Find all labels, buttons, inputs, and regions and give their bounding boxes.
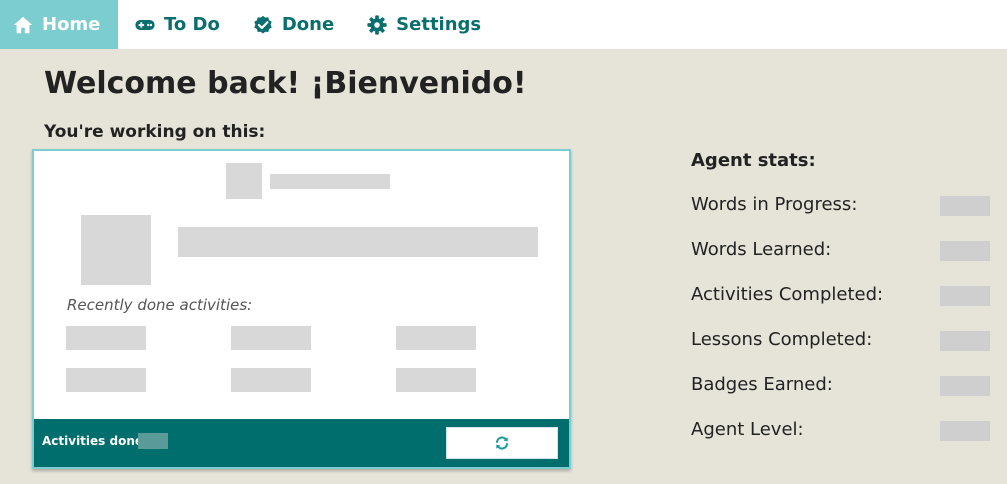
nav-settings[interactable]: Settings: [348, 0, 495, 49]
stat-value-placeholder: [940, 286, 990, 306]
stat-row: Lessons Completed:: [691, 329, 991, 353]
nav-todo[interactable]: To Do: [118, 0, 234, 49]
refresh-icon: [496, 436, 508, 450]
stat-value-placeholder: [940, 376, 990, 396]
activity-image-placeholder: [81, 215, 151, 285]
stat-row: Words in Progress:: [691, 194, 991, 218]
gamepad-icon: [135, 19, 155, 30]
stat-badges-earned-label: Badges Earned:: [691, 374, 833, 395]
stat-value-placeholder: [940, 331, 990, 351]
activity-title-placeholder: [178, 227, 538, 257]
recent-activity-placeholder: [231, 368, 311, 392]
recent-activity-placeholder: [66, 326, 146, 350]
stat-words-learned-label: Words Learned:: [691, 239, 832, 260]
refresh-button[interactable]: [446, 427, 558, 459]
recent-activity-placeholder: [396, 368, 476, 392]
page-title: Welcome back! ¡Bienvenido!: [44, 66, 527, 101]
lesson-thumb-placeholder: [226, 163, 262, 199]
stat-row: Activities Completed:: [691, 284, 991, 308]
nav-todo-label: To Do: [164, 14, 220, 35]
stat-row: Words Learned:: [691, 239, 991, 263]
recent-activity-placeholder: [231, 326, 311, 350]
stat-value-placeholder: [940, 196, 990, 216]
nav-home-label: Home: [42, 14, 101, 35]
gear-icon: [367, 14, 387, 35]
activities-done-value-placeholder: [138, 433, 168, 449]
recent-activity-placeholder: [66, 368, 146, 392]
lesson-title-placeholder: [270, 174, 390, 189]
agent-stats-heading: Agent stats:: [691, 150, 816, 171]
nav-done[interactable]: Done: [234, 0, 348, 49]
nav-settings-label: Settings: [396, 14, 482, 35]
check-badge-icon: [254, 15, 272, 34]
stat-agent-level-label: Agent Level:: [691, 419, 804, 440]
working-on-heading: You're working on this:: [44, 122, 266, 142]
recent-activity-placeholder: [396, 326, 476, 350]
stat-value-placeholder: [940, 421, 990, 441]
stat-row: Badges Earned:: [691, 374, 991, 398]
activities-done-label: Activities done:: [42, 434, 148, 448]
nav-done-label: Done: [281, 14, 335, 35]
stat-row: Agent Level:: [691, 419, 991, 443]
card-footer: Activities done:: [34, 419, 569, 467]
stat-activities-completed-label: Activities Completed:: [691, 284, 884, 305]
top-nav: Home To Do Done Settings: [0, 0, 1007, 49]
home-icon: [13, 16, 33, 33]
recent-activities-label: Recently done activities:: [67, 296, 253, 314]
stat-words-in-progress-label: Words in Progress:: [691, 194, 858, 215]
stat-value-placeholder: [940, 241, 990, 261]
current-lesson-card[interactable]: Recently done activities: Activities don…: [32, 149, 571, 469]
stat-lessons-completed-label: Lessons Completed:: [691, 329, 873, 350]
nav-home[interactable]: Home: [0, 0, 118, 49]
